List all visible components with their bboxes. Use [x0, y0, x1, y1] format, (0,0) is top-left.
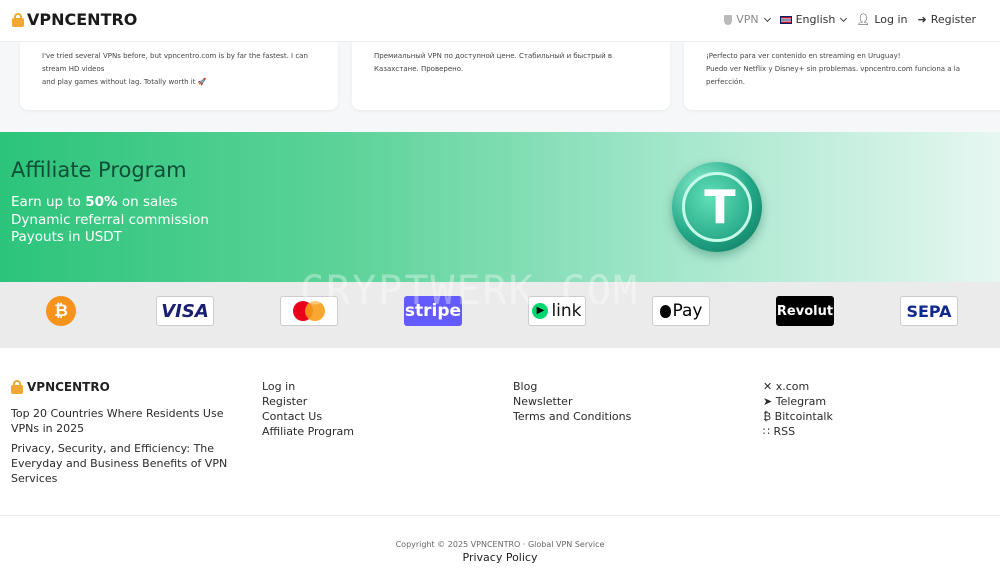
top-navbar: VPNCENTRO VPN English 👤︎ Log in ➜ Register — [0, 0, 1000, 42]
copyright-text: Copyright © 2025 VPNCENTRO · Global VPN … — [395, 540, 605, 549]
user-icon: 👤︎ — [856, 13, 871, 26]
affiliate-title: Affiliate Program — [11, 158, 187, 182]
footer-article-link[interactable]: Top 20 Countries Where Residents Use VPN… — [11, 406, 236, 436]
footer-bitcointalk-link[interactable]: ₿ Bitcointalk — [763, 409, 833, 424]
uk-flag-icon — [779, 15, 792, 24]
footer-brand[interactable]: VPNCENTRO — [11, 380, 110, 394]
lock-icon — [12, 12, 24, 27]
bitcoin-icon: ₿ — [46, 296, 76, 326]
lock-icon — [11, 380, 23, 394]
footer-affiliate-link[interactable]: Affiliate Program — [262, 424, 354, 439]
footer-contact-link[interactable]: Contact Us — [262, 409, 354, 424]
reviews-section: I've tried several VPNs before, but vpnc… — [0, 42, 1000, 132]
footer-blog-link[interactable]: Blog — [513, 379, 631, 394]
footer-article-link[interactable]: Privacy, Security, and Efficiency: The E… — [11, 441, 236, 486]
review-text: I've tried several VPNs before, but vpnc… — [42, 52, 308, 73]
x-icon: ✕ — [763, 380, 773, 393]
login-link[interactable]: 👤︎ Log in — [856, 13, 907, 26]
sepa-logo: SEPA — [900, 296, 958, 326]
review-text: ¡Perfecto para ver contenido en streamin… — [706, 52, 901, 60]
footer-terms-link[interactable]: Terms and Conditions — [513, 409, 631, 424]
revolut-logo: Revolut — [776, 296, 834, 326]
rss-icon: ∷ — [763, 425, 770, 438]
telegram-icon: ➤ — [763, 395, 773, 408]
affiliate-banner[interactable]: Affiliate Program Earn up to 50% on sale… — [0, 132, 1000, 282]
usdt-coin-icon: T — [672, 162, 762, 252]
brand-name: VPNCENTRO — [27, 10, 138, 29]
privacy-policy-link[interactable]: Privacy Policy — [0, 551, 1000, 564]
review-card: I've tried several VPNs before, but vpnc… — [20, 42, 338, 110]
affiliate-commission-line: Dynamic referral commission — [11, 212, 209, 228]
footer-x-link[interactable]: ✕ x.com — [763, 379, 833, 394]
vpn-menu[interactable]: VPN — [724, 13, 771, 26]
bitcoin-icon: ₿ — [763, 410, 772, 423]
footer-newsletter-link[interactable]: Newsletter — [513, 394, 631, 409]
chevron-down-icon — [763, 14, 771, 22]
footer-telegram-link[interactable]: ➤ Telegram — [763, 394, 833, 409]
sign-in-icon: ➜ — [917, 13, 927, 26]
footer-register-link[interactable]: Register — [262, 394, 354, 409]
chevron-down-icon — [840, 14, 848, 22]
affiliate-payout-line: Payouts in USDT — [11, 229, 122, 245]
apple-pay-logo: Pay — [652, 296, 710, 326]
brand-logo[interactable]: VPNCENTRO — [12, 10, 137, 29]
footer: VPNCENTRO Top 20 Countries Where Residen… — [0, 348, 1000, 516]
visa-logo: VISA — [156, 296, 214, 326]
language-selector[interactable]: English — [779, 13, 848, 26]
footer-rss-link[interactable]: ∷ RSS — [763, 424, 833, 439]
review-text: and play games without lag. Totally wort… — [42, 78, 207, 86]
review-text: Премиальный VPN по доступной цене. Стаби… — [374, 52, 612, 73]
affiliate-earn-line: Earn up to 50% on sales — [11, 194, 178, 210]
review-card: ¡Perfecto para ver contenido en streamin… — [684, 42, 1000, 110]
review-text: Puedo ver Netflix y Disney+ sin problema… — [706, 65, 961, 86]
footer-login-link[interactable]: Log in — [262, 379, 354, 394]
shield-icon — [724, 14, 733, 25]
review-card: Премиальный VPN по доступной цене. Стаби… — [352, 42, 670, 110]
watermark: CRYPTWERK.COM — [300, 268, 640, 314]
register-link[interactable]: ➜ Register — [917, 13, 976, 26]
